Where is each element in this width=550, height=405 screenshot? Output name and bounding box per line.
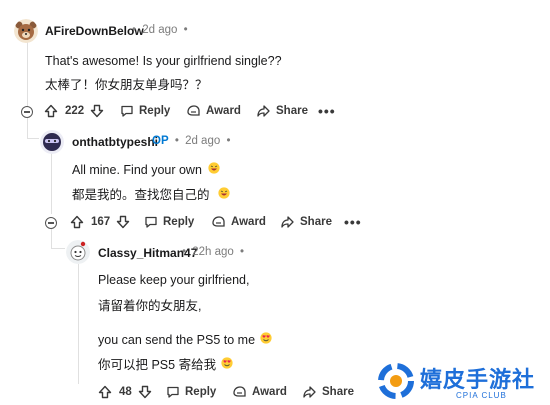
thread-line-1	[27, 42, 28, 112]
award-button[interactable]: Award	[211, 215, 266, 229]
downvote-icon[interactable]	[138, 385, 152, 399]
comment-text-line: That's awesome! Is your girlfriend singl…	[45, 54, 282, 68]
vote-count: 167	[91, 216, 111, 228]
comment-text-line: 都是我的。查找您自己的	[72, 188, 210, 202]
downvote-icon[interactable]	[116, 215, 130, 229]
op-badge: OP	[152, 135, 169, 147]
watermark-subtitle: CPIA CLUB	[456, 391, 507, 400]
more-icon[interactable]: •••	[344, 214, 362, 230]
comment-text-line: you can send the PS5 to me	[98, 333, 256, 347]
reply-button[interactable]: Reply	[166, 385, 216, 399]
reply-button[interactable]: Reply	[120, 104, 170, 118]
share-label: Share	[322, 386, 354, 398]
comment-meta: • 2d ago •	[132, 24, 188, 36]
timestamp[interactable]: 2d ago	[142, 24, 177, 36]
comment-text-line: 你可以把 PS5 寄给我	[98, 358, 217, 372]
award-button[interactable]: Award	[186, 104, 241, 118]
upvote-icon[interactable]	[98, 385, 112, 399]
separator: •	[132, 24, 137, 36]
laughing-emoji	[218, 187, 230, 202]
collapse-icon[interactable]	[45, 217, 57, 229]
more-icon[interactable]: •••	[318, 103, 336, 119]
share-icon	[281, 216, 294, 228]
timestamp[interactable]: 2d ago	[185, 135, 220, 147]
avatar[interactable]	[14, 19, 38, 43]
vote-bar: 48	[98, 385, 152, 399]
share-icon	[257, 105, 270, 117]
username[interactable]: onthatbtypeshi	[72, 135, 158, 149]
upvote-icon[interactable]	[44, 104, 58, 118]
upvote-icon[interactable]	[70, 215, 84, 229]
award-label: Award	[231, 216, 266, 228]
reply-icon	[167, 386, 179, 398]
thread-branch-2	[51, 228, 52, 248]
avatar-ninja-icon	[40, 130, 64, 154]
avatar-robot-icon	[66, 240, 90, 264]
reply-label: Reply	[139, 105, 171, 117]
reply-icon	[145, 216, 157, 228]
comment-text-line: All mine. Find your own	[72, 163, 202, 177]
share-button[interactable]: Share	[302, 385, 354, 399]
share-button[interactable]: Share	[280, 215, 332, 229]
thread-branch-1h	[27, 138, 39, 139]
watermark-logo-icon	[378, 363, 414, 399]
comment-text-row: All mine. Find your own	[72, 162, 221, 177]
thread-branch-1	[27, 118, 28, 138]
vote-bar: 222	[44, 104, 104, 118]
watermark: 嬉皮手游社 CPIA CLUB	[374, 358, 550, 405]
thread-branch-2h	[51, 248, 65, 249]
award-button[interactable]: Award	[232, 385, 287, 399]
watermark-title: 嬉皮手游社	[420, 368, 536, 393]
comment-meta: • 22h ago •	[182, 246, 244, 258]
share-label: Share	[300, 216, 332, 228]
heart-eyes-emoji	[259, 332, 272, 347]
username[interactable]: AFireDownBelow	[45, 24, 144, 38]
avatar-bear-icon	[14, 19, 38, 43]
award-icon	[187, 105, 200, 116]
comment-text-row: you can send the PS5 to me	[98, 332, 272, 347]
vote-count: 222	[65, 105, 85, 117]
avatar[interactable]	[66, 240, 90, 264]
award-icon	[233, 386, 246, 397]
separator: •	[174, 135, 179, 147]
thread-line-3	[78, 264, 79, 384]
comment-text-line: Please keep your girlfriend,	[98, 273, 250, 287]
downvote-icon[interactable]	[90, 104, 104, 118]
comment-text-row: 都是我的。查找您自己的	[72, 184, 230, 203]
share-label: Share	[276, 105, 308, 117]
award-label: Award	[252, 386, 287, 398]
timestamp[interactable]: 22h ago	[192, 246, 234, 258]
separator: •	[183, 24, 188, 36]
comment-meta: OP • 2d ago •	[152, 135, 230, 147]
separator: •	[182, 246, 187, 258]
reply-icon	[121, 105, 133, 117]
reply-label: Reply	[185, 386, 217, 398]
vote-bar: 167	[70, 215, 130, 229]
award-icon	[212, 216, 225, 227]
avatar[interactable]	[40, 130, 64, 154]
collapse-icon[interactable]	[21, 106, 33, 118]
comment-text-line: 请留着你的女朋友,	[98, 299, 202, 313]
reply-button[interactable]: Reply	[144, 215, 194, 229]
share-icon	[303, 386, 316, 398]
heart-eyes-emoji	[220, 357, 233, 372]
award-label: Award	[206, 105, 241, 117]
share-button[interactable]: Share	[256, 104, 308, 118]
reply-label: Reply	[163, 216, 195, 228]
separator: •	[226, 135, 231, 147]
thread-line-2	[51, 152, 52, 214]
vote-count: 48	[119, 386, 132, 398]
comment-text-line: 太棒了！你女朋友单身吗？？	[45, 78, 208, 92]
separator: •	[240, 246, 245, 258]
laughing-emoji	[208, 162, 221, 177]
comment-text-row: 你可以把 PS5 寄给我	[98, 354, 233, 373]
